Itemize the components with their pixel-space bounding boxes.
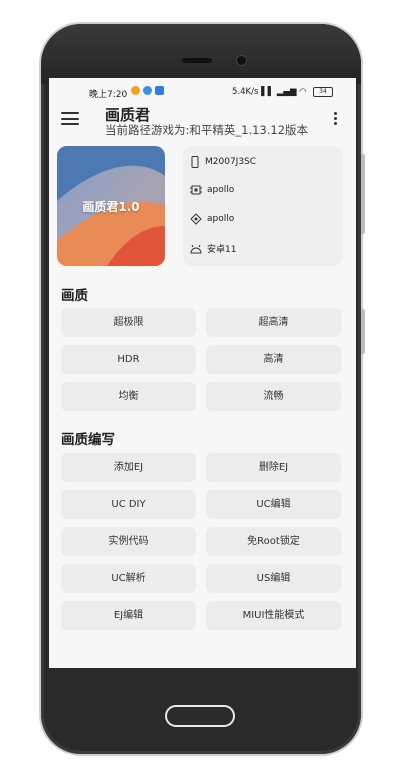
status-bar: 晚上7:20 5.4K/s ▌▌ ▂▄▆ ◠ 34 [49,78,356,104]
delete-ej-button[interactable]: 删除EJ [206,453,341,482]
android-version-row: 安卓11 [189,242,236,255]
cpu-icon [190,185,202,195]
battery-icon: 34 [313,87,333,97]
device-info-card: M2007J3SC apollo apollo 安卓11 [183,146,343,266]
quality-balanced-button[interactable]: 均衡 [61,382,196,411]
section-quality-title: 画质 [61,288,88,304]
uc-diy-button[interactable]: UC DIY [61,490,196,519]
quality-ultra-hd-button[interactable]: 超高清 [206,308,341,337]
root-free-lock-button[interactable]: 免Root锁定 [206,527,341,556]
phone-bezel-top [41,24,361,84]
cpu-row: apollo [189,184,234,196]
quality-hd-button[interactable]: 高清 [206,345,341,374]
app-bar: 画质君 当前路径游戏为:和平精英_1.13.12版本 [49,104,356,138]
home-button[interactable] [165,705,235,727]
example-code-button[interactable]: 实例代码 [61,527,196,556]
speaker-grille [182,58,212,63]
section-edit-title: 画质编写 [61,432,115,448]
power-button[interactable] [361,309,365,354]
weibo-icon [131,86,140,95]
quality-hdr-button[interactable]: HDR [61,345,196,374]
browser-icon [143,86,152,95]
quality-ultra-extreme-button[interactable]: 超极限 [61,308,196,337]
network-speed: 5.4K/s ▌▌ ▂▄▆ ◠ [232,87,307,97]
chip-icon [190,213,202,225]
hamburger-menu-icon[interactable] [61,112,79,126]
chip-row: apollo [189,213,234,225]
volume-button[interactable] [361,154,365,234]
uc-parse-button[interactable]: UC解析 [61,564,196,593]
more-vertical-icon[interactable] [333,112,339,128]
android-icon [190,244,202,253]
front-camera [237,56,246,65]
phone-icon [191,156,199,168]
ej-edit-button[interactable]: EJ编辑 [61,601,196,630]
device-model-row: M2007J3SC [189,156,256,168]
image-icon [155,86,164,95]
uc-edit-button[interactable]: UC编辑 [206,490,341,519]
notification-icons [131,86,164,95]
cover-label: 画质君1.0 [82,200,140,214]
add-ej-button[interactable]: 添加EJ [61,453,196,482]
us-edit-button[interactable]: US编辑 [206,564,341,593]
status-time: 晚上7:20 [89,90,128,100]
cover-image: 画质君1.0 [57,146,165,266]
miui-performance-mode-button[interactable]: MIUI性能模式 [206,601,341,630]
app-subtitle: 当前路径游戏为:和平精英_1.13.12版本 [105,123,309,137]
quality-smooth-button[interactable]: 流畅 [206,382,341,411]
app-screen: 晚上7:20 5.4K/s ▌▌ ▂▄▆ ◠ 34 画质君 当前路径游戏为:和平… [49,78,356,668]
